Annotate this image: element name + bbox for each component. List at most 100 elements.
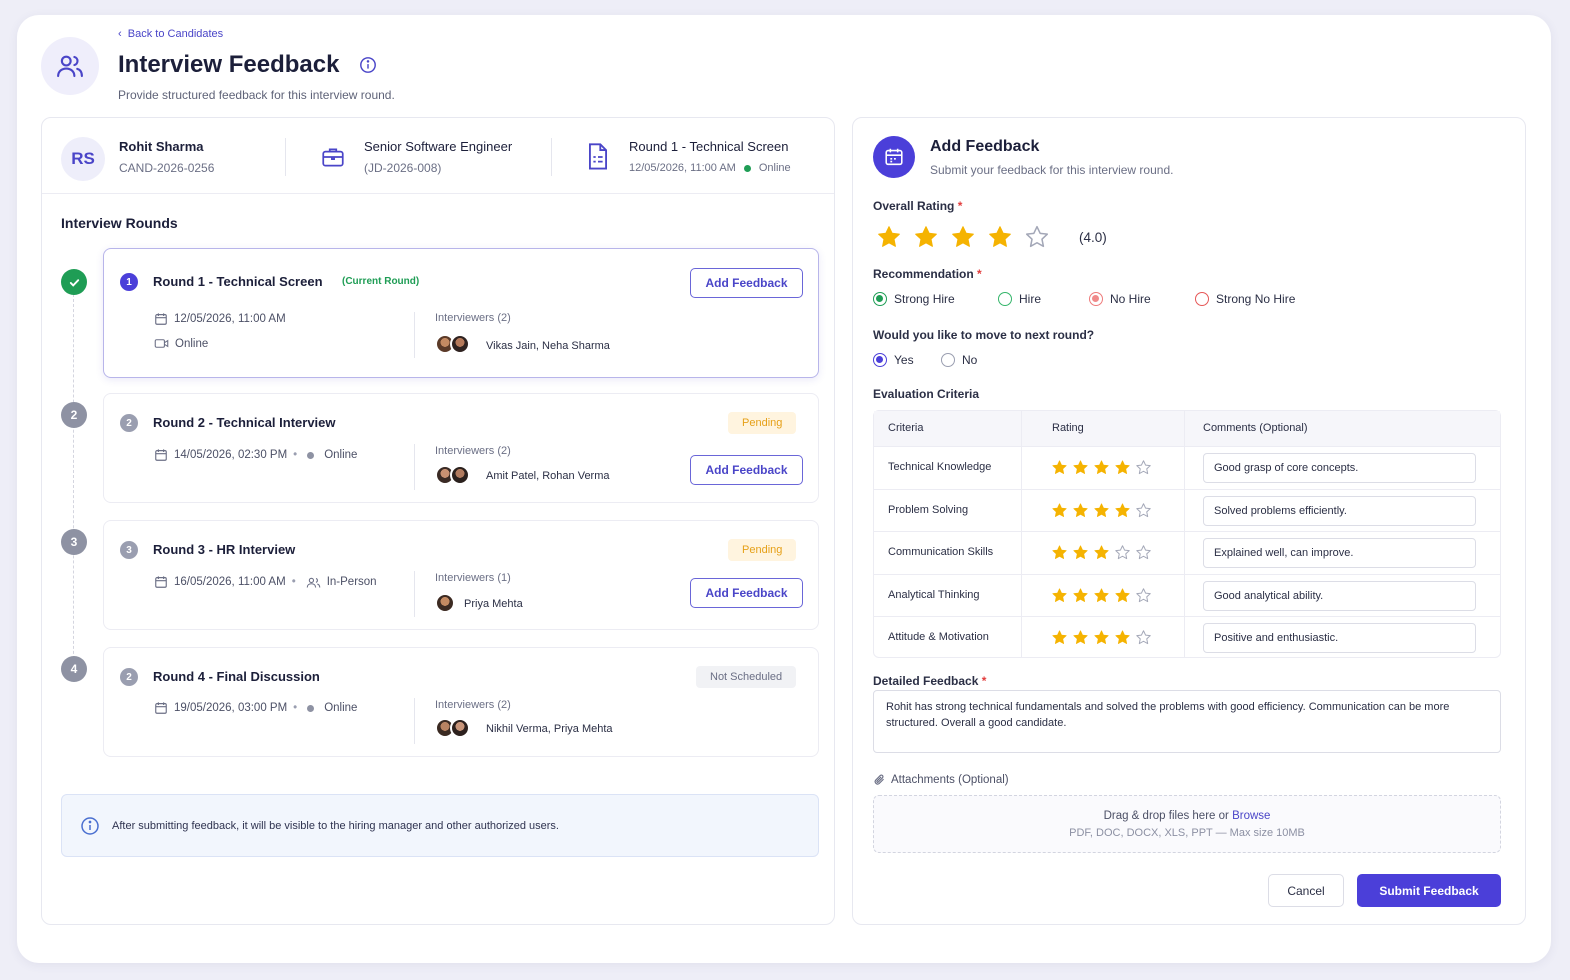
criteria-label: Evaluation Criteria	[873, 387, 980, 401]
star-empty-icon[interactable]	[1135, 459, 1152, 476]
file-dropzone[interactable]: Drag & drop files here or Browse PDF, DO…	[873, 795, 1501, 853]
star-filled-icon[interactable]	[1114, 629, 1131, 646]
star-filled-icon[interactable]	[1051, 587, 1068, 604]
radio-no[interactable]: No	[941, 353, 977, 367]
star-filled-icon[interactable]	[1051, 459, 1068, 476]
star-filled-icon[interactable]	[1072, 587, 1089, 604]
cancel-button[interactable]: Cancel	[1268, 874, 1344, 907]
star-filled-icon[interactable]	[1072, 544, 1089, 561]
criteria-rating-stars[interactable]	[1051, 544, 1152, 561]
round-card-3[interactable]: 3 Round 3 - HR Interview 16/05/2026, 11:…	[103, 520, 819, 630]
info-icon[interactable]	[359, 56, 377, 74]
star-empty-icon[interactable]	[1135, 587, 1152, 604]
separator: •	[293, 449, 298, 461]
interviewers-label: Interviewers (2)	[435, 312, 511, 324]
star-filled-icon[interactable]	[987, 224, 1013, 250]
round-card-2[interactable]: 2 Round 2 - Technical Interview 14/05/20…	[103, 393, 819, 503]
star-filled-icon[interactable]	[1093, 587, 1110, 604]
star-filled-icon[interactable]	[1114, 587, 1131, 604]
star-filled-icon[interactable]	[1093, 502, 1110, 519]
star-filled-icon[interactable]	[1051, 502, 1068, 519]
add-feedback-button[interactable]: Add Feedback	[690, 578, 803, 608]
status-badge: Not Scheduled	[696, 666, 797, 688]
divider	[414, 444, 415, 490]
candidate-id: CAND-2026-0256	[119, 161, 215, 175]
feedback-title: Add Feedback	[930, 138, 1040, 155]
table-row: Analytical Thinking Good analytical abili…	[874, 575, 1500, 617]
browse-link[interactable]: Browse	[1232, 810, 1270, 822]
star-filled-icon[interactable]	[950, 224, 976, 250]
star-filled-icon[interactable]	[1072, 459, 1089, 476]
criteria-comment-input[interactable]: Explained well, can improve.	[1203, 538, 1476, 568]
avatar	[450, 334, 470, 354]
rounds-card: RS Rohit Sharma CAND-2026-0256 Senior So…	[41, 117, 835, 925]
candidate-name: Rohit Sharma	[119, 139, 204, 154]
page: ‹ Back to Candidates Interview Feedback …	[17, 15, 1551, 963]
radio-no-hire[interactable]: No Hire	[1089, 292, 1151, 306]
criteria-rating-stars[interactable]	[1051, 502, 1152, 519]
timeline-check-icon	[61, 269, 87, 295]
star-empty-icon[interactable]	[1024, 224, 1050, 250]
round-number: 3	[120, 541, 138, 559]
star-filled-icon[interactable]	[1072, 629, 1089, 646]
divider	[414, 571, 415, 617]
star-empty-icon[interactable]	[1135, 544, 1152, 561]
datetime-text: 16/05/2026, 11:00 AM	[174, 576, 286, 588]
radio-strong-hire[interactable]: Strong Hire	[873, 292, 955, 306]
mode-text: Online	[175, 337, 209, 350]
star-filled-icon[interactable]	[913, 224, 939, 250]
label-text: Overall Rating	[873, 199, 955, 213]
star-filled-icon[interactable]	[1093, 544, 1110, 561]
round-title: Round 3 - HR Interview	[153, 542, 296, 557]
add-feedback-button[interactable]: Add Feedback	[690, 455, 803, 485]
criteria-comment-input[interactable]: Good analytical ability.	[1203, 580, 1476, 611]
interviewers-label: Interviewers (2)	[435, 699, 511, 711]
criteria-rating-stars[interactable]	[1051, 587, 1152, 604]
drop-text: Drag & drop files here or Browse	[1104, 810, 1271, 822]
divider	[414, 698, 415, 744]
mode-dot	[307, 704, 315, 712]
divider	[414, 312, 415, 358]
star-filled-icon[interactable]	[876, 224, 902, 250]
submit-feedback-button[interactable]: Submit Feedback	[1357, 874, 1501, 907]
radio-yes[interactable]: Yes	[873, 353, 914, 367]
round-mode: Online	[154, 337, 208, 350]
paperclip-icon	[874, 774, 884, 785]
add-feedback-button[interactable]: Add Feedback	[690, 268, 803, 298]
calendar-icon	[155, 702, 167, 714]
mode-text: In-Person	[326, 576, 377, 588]
round-card-4[interactable]: 2 Round 4 - Final Discussion 19/05/2026,…	[103, 647, 819, 757]
criteria-comment-input[interactable]: Positive and enthusiastic.	[1203, 623, 1476, 653]
radio-hire[interactable]: Hire	[998, 292, 1041, 306]
round-number: 1	[120, 273, 138, 291]
criteria-rating-stars[interactable]	[1051, 459, 1152, 476]
online-dot	[743, 164, 751, 172]
star-filled-icon[interactable]	[1051, 629, 1068, 646]
detailed-feedback-textarea[interactable]: Rohit has strong technical fundamentals …	[873, 690, 1501, 753]
round-title: Round 1 - Technical Screen	[153, 274, 323, 289]
job-id: (JD-2026-008)	[364, 161, 442, 175]
table-row: Communication Skills Explained well, can …	[874, 532, 1500, 575]
star-filled-icon[interactable]	[1093, 629, 1110, 646]
criteria-comment-input[interactable]: Good grasp of core concepts.	[1203, 453, 1476, 483]
rounds-section-title: Interview Rounds	[61, 215, 178, 231]
star-filled-icon[interactable]	[1114, 459, 1131, 476]
star-filled-icon[interactable]	[1093, 459, 1110, 476]
star-filled-icon[interactable]	[1114, 502, 1131, 519]
criteria-comment-input[interactable]: Solved problems efficiently.	[1203, 495, 1476, 526]
overall-rating-stars[interactable]: (4.0)	[876, 224, 1107, 250]
label-text: Recommendation	[873, 267, 974, 281]
round-mode: Online	[758, 162, 791, 174]
star-filled-icon[interactable]	[1072, 502, 1089, 519]
star-empty-icon[interactable]	[1135, 502, 1152, 519]
mode-text: Online	[324, 702, 358, 714]
criteria-rating-stars[interactable]	[1051, 629, 1152, 646]
overall-rating-value: (4.0)	[1079, 229, 1107, 245]
star-filled-icon[interactable]	[1051, 544, 1068, 561]
back-link[interactable]: ‹ Back to Candidates	[118, 28, 223, 40]
star-empty-icon[interactable]	[1135, 629, 1152, 646]
star-empty-icon[interactable]	[1114, 544, 1131, 561]
radio-strong-no-hire[interactable]: Strong No Hire	[1195, 292, 1295, 306]
avatar: RS	[61, 137, 105, 181]
round-card-1[interactable]: 1 Round 1 - Technical Screen (Current Ro…	[103, 248, 819, 378]
